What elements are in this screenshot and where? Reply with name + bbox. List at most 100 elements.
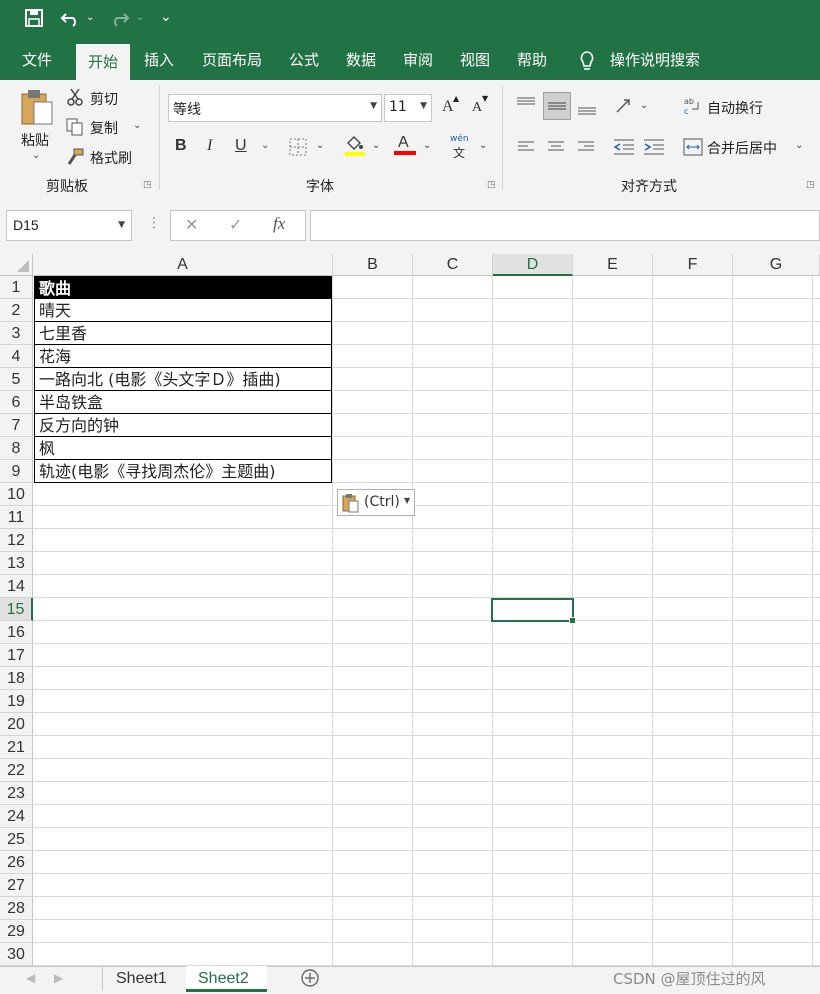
row-header[interactable]: 20 — [0, 713, 33, 736]
borders-icon[interactable] — [289, 138, 307, 160]
row-header[interactable]: 19 — [0, 690, 33, 713]
row-header[interactable]: 1 — [0, 276, 33, 299]
row-header[interactable]: 2 — [0, 299, 33, 322]
scissors-icon[interactable] — [66, 88, 84, 110]
borders-dropdown-icon[interactable]: ⌄ — [316, 140, 324, 151]
row-header[interactable]: 17 — [0, 644, 33, 667]
cancel-icon[interactable]: ✕ — [185, 215, 198, 234]
add-sheet-icon[interactable] — [300, 968, 320, 992]
align-middle-icon[interactable] — [543, 92, 571, 120]
paste-options-button[interactable]: (Ctrl) ▼ — [337, 489, 415, 516]
font-color-dropdown-icon[interactable]: ⌄ — [423, 140, 431, 151]
merge-dropdown-icon[interactable]: ⌄ — [795, 140, 803, 151]
tab-file[interactable]: 文件 — [10, 40, 64, 80]
header-cell[interactable]: 歌曲 — [34, 276, 332, 299]
copy-dropdown-icon[interactable]: ⌄ — [133, 120, 141, 131]
merge-center-button[interactable]: 合并后居中 — [707, 138, 777, 158]
scroll-left-icon[interactable]: ◀ — [26, 971, 35, 985]
decrease-indent-icon[interactable] — [613, 138, 635, 160]
row-header[interactable]: 7 — [0, 414, 33, 437]
row-header[interactable]: 22 — [0, 759, 33, 782]
row-header[interactable]: 29 — [0, 920, 33, 943]
row-header[interactable]: 24 — [0, 805, 33, 828]
clipboard-launcher-icon[interactable]: ◳ — [143, 180, 152, 190]
row-header[interactable]: 14 — [0, 575, 33, 598]
alignment-launcher-icon[interactable]: ◳ — [806, 180, 815, 190]
selected-cell[interactable] — [491, 598, 576, 624]
copy-icon[interactable] — [66, 118, 84, 140]
row-header[interactable]: 5 — [0, 368, 33, 391]
row-header[interactable]: 23 — [0, 782, 33, 805]
column-header[interactable]: B — [333, 254, 413, 276]
format-painter-button[interactable]: 格式刷 — [90, 148, 132, 168]
bold-button[interactable]: B — [175, 137, 187, 155]
insert-function-icon[interactable]: fx — [273, 214, 285, 234]
row-header[interactable]: 15 — [0, 598, 33, 621]
fill-handle[interactable] — [569, 617, 576, 624]
column-header-selected[interactable]: D — [493, 254, 573, 276]
copy-button[interactable]: 复制 — [90, 118, 118, 138]
column-header[interactable]: A — [33, 254, 333, 276]
song-cell[interactable]: 晴天 — [34, 299, 332, 322]
align-top-icon[interactable] — [516, 96, 536, 116]
sheet-tab-sheet1[interactable]: Sheet1 — [104, 966, 179, 992]
paste-button[interactable]: 粘贴 — [21, 130, 49, 150]
row-header[interactable]: 21 — [0, 736, 33, 759]
scroll-right-icon[interactable]: ▶ — [54, 971, 63, 985]
tell-me-search[interactable]: 操作说明搜索 — [610, 40, 700, 80]
tab-home[interactable]: 开始 — [76, 44, 131, 80]
fill-color-dropdown-icon[interactable]: ⌄ — [372, 140, 380, 151]
phonetic-icon[interactable]: wén 文 — [449, 134, 471, 160]
row-header[interactable]: 4 — [0, 345, 33, 368]
phonetic-dropdown-icon[interactable]: ⌄ — [479, 140, 487, 151]
merge-center-icon[interactable] — [683, 138, 703, 160]
song-cell[interactable]: 七里香 — [34, 322, 332, 345]
align-right-icon[interactable] — [577, 140, 595, 158]
row-header[interactable]: 9 — [0, 460, 33, 483]
row-header[interactable]: 3 — [0, 322, 33, 345]
increase-indent-icon[interactable] — [643, 138, 665, 160]
tab-page-layout[interactable]: 页面布局 — [190, 40, 274, 80]
row-header[interactable]: 11 — [0, 506, 33, 529]
save-icon[interactable] — [24, 8, 44, 33]
tab-insert[interactable]: 插入 — [132, 40, 186, 80]
row-header[interactable]: 8 — [0, 437, 33, 460]
row-header[interactable]: 27 — [0, 874, 33, 897]
underline-dropdown-icon[interactable]: ⌄ — [261, 140, 269, 151]
row-header[interactable]: 12 — [0, 529, 33, 552]
row-header[interactable]: 25 — [0, 828, 33, 851]
wrap-text-button[interactable]: 自动换行 — [707, 98, 763, 118]
undo-icon[interactable] — [60, 8, 82, 33]
row-header[interactable]: 18 — [0, 667, 33, 690]
font-size-select[interactable]: 11 ▼ — [384, 94, 432, 122]
shrink-font-icon[interactable]: A — [472, 100, 482, 116]
song-cell[interactable]: 一路向北 (电影《头文字Ｄ》插曲) — [34, 368, 332, 391]
song-cell[interactable]: 枫 — [34, 437, 332, 460]
song-cell[interactable]: 反方向的钟 — [34, 414, 332, 437]
row-header[interactable]: 6 — [0, 391, 33, 414]
tab-view[interactable]: 视图 — [448, 40, 502, 80]
cut-button[interactable]: 剪切 — [90, 89, 118, 109]
row-header[interactable]: 16 — [0, 621, 33, 644]
wrap-text-icon[interactable]: ab c — [684, 96, 702, 120]
tab-formulas[interactable]: 公式 — [277, 40, 331, 80]
orientation-dropdown-icon[interactable]: ⌄ — [640, 100, 648, 111]
tab-review[interactable]: 审阅 — [391, 40, 445, 80]
row-header[interactable]: 13 — [0, 552, 33, 575]
fill-color-icon[interactable] — [344, 135, 366, 161]
enter-icon[interactable]: ✓ — [229, 215, 242, 234]
row-header[interactable]: 28 — [0, 897, 33, 920]
column-header[interactable]: G — [733, 254, 820, 276]
column-header[interactable]: E — [573, 254, 653, 276]
undo-dropdown-icon[interactable]: ⌄ — [86, 12, 94, 23]
song-cell[interactable]: 花海 — [34, 345, 332, 368]
formula-input[interactable] — [310, 210, 820, 241]
font-color-icon[interactable]: A — [394, 134, 416, 156]
tab-help[interactable]: 帮助 — [505, 40, 559, 80]
select-all-corner[interactable] — [0, 254, 33, 276]
paste-dropdown-icon[interactable]: ⌄ — [32, 150, 40, 161]
row-header[interactable]: 10 — [0, 483, 33, 506]
orientation-icon[interactable] — [614, 98, 634, 120]
customize-icon[interactable]: ⌄ — [160, 9, 172, 25]
align-center-icon[interactable] — [547, 140, 565, 158]
